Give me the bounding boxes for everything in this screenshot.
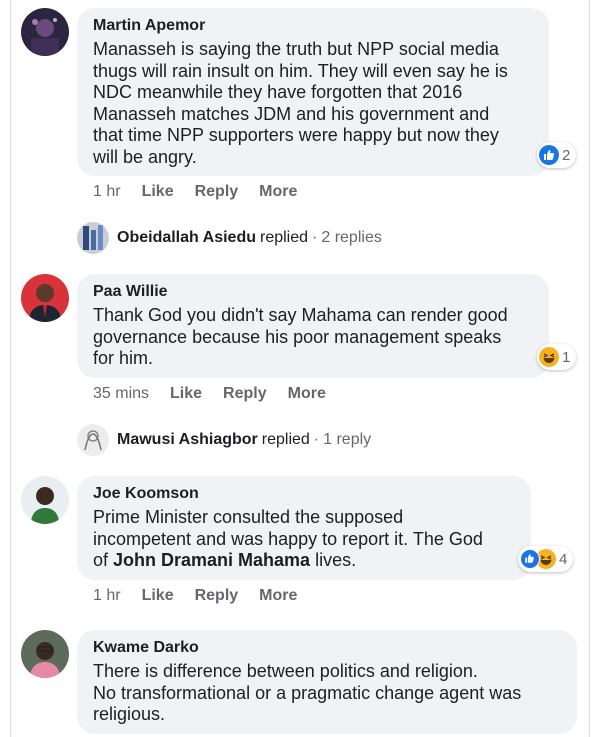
- reaction-count: 1: [562, 348, 571, 366]
- reaction-summary[interactable]: 1: [537, 344, 577, 370]
- comment-bubble: Martin Apemor Manasseh is saying the tru…: [77, 8, 549, 176]
- like-button[interactable]: Like: [142, 183, 174, 201]
- replied-label: replied: [260, 229, 309, 246]
- avatar[interactable]: [21, 630, 69, 678]
- reaction-summary[interactable]: 2: [537, 142, 577, 168]
- comment-timestamp[interactable]: 35 mins: [93, 385, 149, 403]
- separator-dot: ·: [313, 431, 320, 448]
- comment-timestamp[interactable]: 1 hr: [93, 183, 121, 201]
- comment-text: Thank God you didn't say Mahama can rend…: [93, 305, 508, 368]
- replied-label: replied: [261, 431, 310, 448]
- comment-text: Manasseh is saying the truth but NPP soc…: [93, 39, 508, 167]
- avatar[interactable]: [21, 8, 69, 56]
- like-button[interactable]: Like: [170, 385, 202, 403]
- like-icon: [539, 145, 559, 165]
- separator-dot: ·: [312, 229, 318, 246]
- reaction-count: 2: [562, 146, 571, 164]
- reply-count[interactable]: 2 replies: [321, 229, 381, 247]
- more-button[interactable]: More: [288, 385, 326, 403]
- replies-link[interactable]: Obeidallah Asiedu replied · 2 replies: [77, 222, 382, 254]
- avatar[interactable]: [21, 476, 69, 524]
- haha-icon: [539, 347, 559, 367]
- feed-right-border: [589, 0, 590, 737]
- reaction-count: 4: [559, 550, 568, 568]
- comment-actions: 1 hr Like Reply More: [93, 183, 297, 201]
- mention-link[interactable]: John Dramani Mahama: [113, 550, 310, 570]
- reply-author[interactable]: Obeidallah Asiedu: [117, 229, 256, 247]
- avatar[interactable]: [21, 274, 69, 322]
- reply-button[interactable]: Reply: [195, 587, 239, 605]
- replies-link[interactable]: Mawusi Ashiagbor replied · 1 reply: [77, 424, 371, 456]
- comment-text: Prime Minister consulted the supposed in…: [93, 507, 483, 570]
- comment-actions: 35 mins Like Reply More: [93, 385, 326, 403]
- avatar: [77, 222, 109, 254]
- avatar: [77, 424, 109, 456]
- comment-author[interactable]: Joe Koomson: [93, 484, 515, 504]
- like-button[interactable]: Like: [142, 587, 174, 605]
- more-button[interactable]: More: [259, 183, 297, 201]
- comment-bubble: Joe Koomson Prime Minister consulted the…: [77, 476, 531, 580]
- reaction-summary[interactable]: 4: [518, 546, 574, 572]
- reply-count[interactable]: 1 reply: [323, 431, 371, 449]
- reply-button[interactable]: Reply: [195, 183, 239, 201]
- comment-author[interactable]: Kwame Darko: [93, 638, 561, 658]
- comment-author[interactable]: Paa Willie: [93, 282, 533, 302]
- reply-button[interactable]: Reply: [223, 385, 267, 403]
- comment-bubble: Kwame Darko There is difference between …: [77, 630, 577, 734]
- more-button[interactable]: More: [259, 587, 297, 605]
- comment-text: There is difference between politics and…: [93, 661, 522, 724]
- comment-timestamp[interactable]: 1 hr: [93, 587, 121, 605]
- reply-author[interactable]: Mawusi Ashiagbor: [117, 431, 258, 449]
- comment-bubble: Paa Willie Thank God you didn't say Maha…: [77, 274, 549, 378]
- like-icon: [520, 549, 540, 569]
- feed-left-border: [10, 0, 11, 737]
- comment-actions: 1 hr Like Reply More: [93, 587, 297, 605]
- comment-author[interactable]: Martin Apemor: [93, 16, 533, 36]
